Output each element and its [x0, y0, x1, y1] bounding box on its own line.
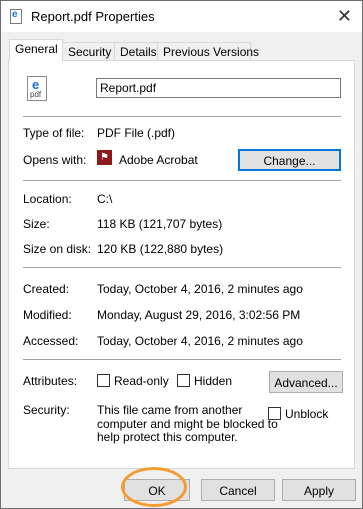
pdf-file-icon: e [10, 9, 22, 24]
button-bar: OK Cancel Apply [1, 469, 362, 508]
divider [23, 267, 341, 268]
accessed-value: Today, October 4, 2016, 2 minutes ago [97, 334, 303, 348]
tab-general[interactable]: General [9, 39, 63, 61]
general-panel: e pdf Report.pdf Type of file: PDF File … [8, 60, 355, 469]
size-on-disk-label: Size on disk: [23, 242, 92, 256]
divider [23, 180, 341, 181]
title-bar[interactable]: e Report.pdf Properties ✕ [1, 1, 362, 32]
opens-with-value: Adobe Acrobat [119, 153, 198, 167]
adobe-acrobat-icon: ⚑ [97, 150, 112, 165]
tab-previous-versions[interactable]: Previous Versions [157, 42, 259, 61]
opens-with-label: Opens with: [23, 153, 87, 167]
type-of-file-value: PDF File (.pdf) [97, 126, 176, 140]
file-icon-letter: e [12, 9, 18, 20]
pdf-file-icon: e pdf [27, 76, 47, 101]
unblock-label[interactable]: Unblock [285, 407, 328, 421]
readonly-label[interactable]: Read-only [114, 374, 169, 388]
properties-window: e Report.pdf Properties ✕ General Securi… [0, 0, 363, 509]
apply-button[interactable]: Apply [282, 479, 356, 501]
unblock-checkbox[interactable] [268, 407, 281, 420]
hidden-label[interactable]: Hidden [194, 374, 232, 388]
cancel-button[interactable]: Cancel [201, 479, 275, 501]
window-title: Report.pdf Properties [31, 9, 155, 24]
close-icon[interactable]: ✕ [337, 6, 352, 26]
tab-details[interactable]: Details [114, 42, 158, 61]
readonly-checkbox[interactable] [97, 374, 110, 387]
attributes-label: Attributes: [23, 374, 78, 388]
size-label: Size: [23, 217, 50, 231]
hidden-checkbox[interactable] [177, 374, 190, 387]
accessed-label: Accessed: [23, 334, 79, 348]
size-value: 118 KB (121,707 bytes) [97, 217, 223, 231]
divider [23, 359, 341, 360]
security-text-line2: computer and might be blocked to [97, 417, 278, 431]
file-icon-text: pdf [30, 90, 42, 99]
ok-button[interactable]: OK [124, 479, 190, 501]
tab-security[interactable]: Security [62, 42, 115, 61]
file-name-field[interactable]: Report.pdf [96, 78, 341, 98]
security-text-line1: This file came from another [97, 403, 243, 417]
size-on-disk-value: 120 KB (122,880 bytes) [97, 242, 224, 256]
type-of-file-label: Type of file: [23, 126, 85, 140]
location-label: Location: [23, 192, 72, 206]
location-value: C:\ [97, 192, 113, 206]
modified-label: Modified: [23, 308, 72, 322]
advanced-button[interactable]: Advanced... [269, 371, 343, 393]
security-text-line3: help protect this computer. [97, 430, 238, 444]
security-label: Security: [23, 403, 70, 417]
change-button[interactable]: Change... [238, 149, 341, 171]
created-label: Created: [23, 282, 70, 296]
created-value: Today, October 4, 2016, 2 minutes ago [97, 282, 303, 296]
divider [23, 116, 341, 117]
modified-value: Monday, August 29, 2016, 3:02:56 PM [97, 308, 301, 322]
